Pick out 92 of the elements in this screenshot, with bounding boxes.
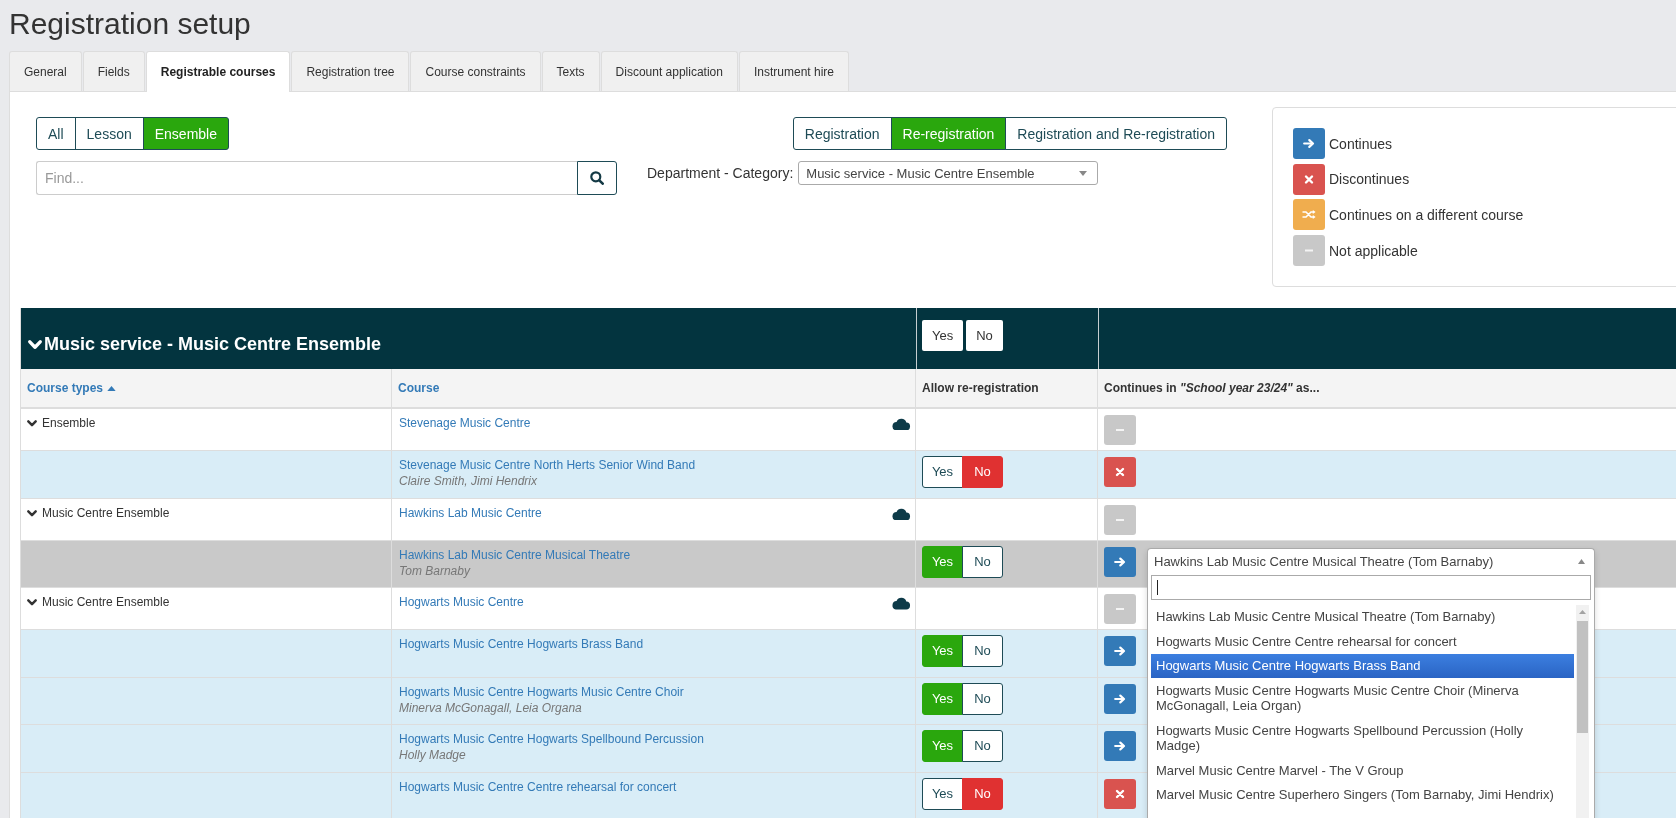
scrollbar-thumb[interactable] xyxy=(1577,620,1588,733)
cloud-icon xyxy=(891,507,911,520)
status-button[interactable] xyxy=(1104,731,1136,762)
course-link[interactable]: Hogwarts Music Centre Hogwarts Music Centre Choir xyxy=(399,683,684,700)
filter-button[interactable]: Registration and Re-registration xyxy=(1005,117,1227,150)
group-title: Music service - Music Centre Ensemble xyxy=(44,334,382,355)
teacher-names: Claire Smith, Jimi Hendrix xyxy=(399,473,539,489)
column-header[interactable]: Course xyxy=(398,381,440,395)
no-button[interactable]: No xyxy=(962,635,1003,668)
dropdown-search-field[interactable] xyxy=(1151,574,1591,600)
minus-icon xyxy=(1115,517,1125,522)
no-button[interactable]: No xyxy=(966,320,1003,351)
column-header: Allow re-registration xyxy=(922,381,1039,395)
tab[interactable]: General xyxy=(9,51,82,91)
course-link[interactable]: Stevenage Music Centre xyxy=(399,415,531,431)
course-type: Music Centre Ensemble xyxy=(42,594,170,611)
minus-icon xyxy=(1293,235,1325,267)
search-icon xyxy=(590,171,604,185)
filter-button[interactable]: Registration xyxy=(792,117,892,150)
arrow-right-icon xyxy=(1293,128,1325,159)
minus-icon xyxy=(1115,428,1125,432)
arrow-right-icon xyxy=(1114,556,1126,567)
course-link[interactable]: Stevenage Music Centre North Herts Senior Wind Band xyxy=(399,457,696,473)
course-select[interactable]: Hawkins Lab Music Centre Musical Theatre (Tom Barnaby) xyxy=(1148,548,1594,575)
legend-label: Discontinues xyxy=(1329,171,1410,188)
teacher-names: Tom Barnaby xyxy=(399,562,472,579)
filter-button[interactable]: Lesson xyxy=(74,117,144,150)
chevron-down-icon[interactable] xyxy=(27,509,37,517)
course-link[interactable]: Hawkins Lab Music Centre xyxy=(399,504,542,521)
course-link[interactable]: Hogwarts Music Centre Hogwarts Spellbound Percussion xyxy=(399,731,704,748)
arrow-right-icon xyxy=(1114,693,1126,704)
column-header[interactable]: Course types xyxy=(27,381,117,395)
course-link[interactable]: Hogwarts Music Centre Centre rehearsal for concert xyxy=(399,778,677,795)
shuffle-icon xyxy=(1293,199,1325,231)
cross-icon xyxy=(1115,467,1125,477)
course-link[interactable]: Hogwarts Music Centre Hogwarts Brass Band xyxy=(399,636,644,653)
dropdown-option[interactable]: Hogwarts Music Centre Hogwarts Music Centre Choir (Minerva McGonagall, Leia Organ) xyxy=(1151,678,1574,719)
column-header: Continues in "School year 23/24" as... xyxy=(1104,381,1320,395)
search-button[interactable] xyxy=(577,161,617,195)
yes-button[interactable]: Yes xyxy=(922,320,964,351)
chevron-down-icon[interactable] xyxy=(27,420,37,427)
tab[interactable]: Discount application xyxy=(600,51,738,91)
course-type: Ensemble xyxy=(42,415,96,431)
teacher-names: Minerva McGonagall, Leia Organa xyxy=(399,699,583,716)
status-button[interactable] xyxy=(1104,457,1136,487)
no-button[interactable]: No xyxy=(962,730,1003,763)
legend-label: Continues on a different course xyxy=(1329,206,1524,223)
teacher-names: Holly Madge xyxy=(399,747,467,764)
cross-icon xyxy=(1293,163,1325,195)
tab[interactable]: Texts xyxy=(541,51,600,91)
course-link[interactable]: Hogwarts Music Centre xyxy=(399,594,524,611)
dropdown-option[interactable]: Marvel Music Centre Superhero Singers (Tom Barnaby, Jimi Hendrix) xyxy=(1151,782,1574,808)
legend-label: Not applicable xyxy=(1329,242,1418,259)
tab[interactable]: Registration tree xyxy=(291,51,410,91)
caret-up-icon xyxy=(1578,559,1585,565)
course-type: Music Centre Ensemble xyxy=(42,504,170,521)
search-field[interactable]: Find... xyxy=(36,161,577,195)
cloud-icon xyxy=(891,597,911,610)
dropdown-option[interactable]: Hogwarts Music Centre Hogwarts Brass Band xyxy=(1151,653,1574,679)
dropdown-option[interactable]: Hogwarts Music Centre Centre rehearsal for concert xyxy=(1151,629,1574,654)
status-button[interactable] xyxy=(1104,636,1136,667)
no-button[interactable]: No xyxy=(962,456,1003,488)
minus-icon xyxy=(1115,607,1125,612)
tab[interactable]: Course constraints xyxy=(410,51,541,91)
no-button[interactable]: No xyxy=(962,777,1003,810)
yes-button[interactable]: Yes xyxy=(922,456,963,488)
tab[interactable]: Fields xyxy=(82,51,145,91)
dropdown-option[interactable]: Hawkins Lab Music Centre Musical Theatre (Tom Barnaby) xyxy=(1151,604,1574,630)
chevron-down-icon[interactable] xyxy=(27,599,37,607)
yes-button[interactable]: Yes xyxy=(922,777,963,810)
no-button[interactable]: No xyxy=(962,545,1003,578)
no-button[interactable]: No xyxy=(962,682,1003,715)
cross-icon xyxy=(1115,788,1125,799)
legend-label: Continues xyxy=(1329,135,1393,152)
dropdown-option[interactable]: Marvel Music Centre Marvel - The V Group xyxy=(1151,758,1574,783)
cloud-icon xyxy=(891,418,911,431)
dropdown-option[interactable]: Hogwarts Music Centre Hogwarts Spellbound Percussion (Holly Madge) xyxy=(1151,718,1574,759)
tab[interactable]: Instrument hire xyxy=(738,51,849,91)
status-button[interactable] xyxy=(1104,683,1136,714)
arrow-right-icon xyxy=(1114,741,1126,752)
department-select[interactable]: Music service - Music Centre Ensemble xyxy=(798,161,1099,185)
filter-button[interactable]: All xyxy=(36,117,76,150)
tab[interactable]: Registrable courses xyxy=(145,51,291,92)
department-label: Department - Category: xyxy=(647,165,794,181)
text-cursor-icon xyxy=(1157,579,1158,595)
arrow-right-icon xyxy=(1114,646,1126,657)
scrollbar[interactable] xyxy=(1576,604,1589,818)
scroll-up-icon xyxy=(1579,609,1586,614)
caret-down-icon xyxy=(1079,170,1088,176)
status-button[interactable] xyxy=(1104,778,1136,809)
page-title: Registration setup xyxy=(8,6,252,42)
status-button[interactable] xyxy=(1104,546,1136,577)
